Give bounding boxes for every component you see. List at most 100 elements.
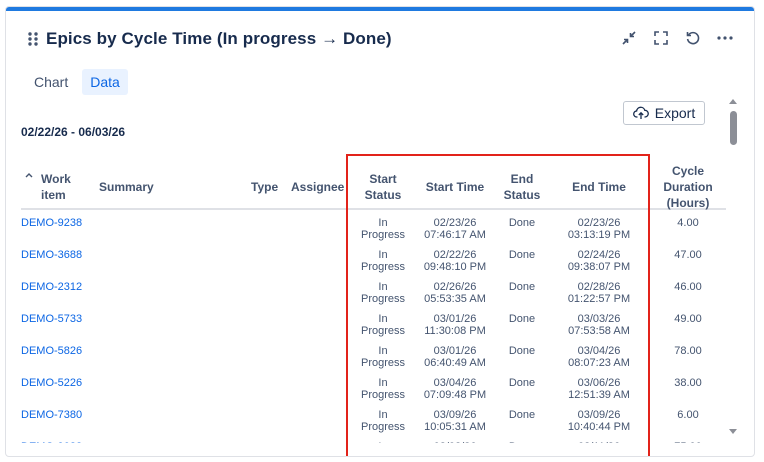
start-time-cell-line: 06:40:49 AM	[424, 357, 486, 369]
start-status-cell-line: In	[378, 377, 388, 389]
column-cycle-duration[interactable]: Cycle Duration (Hours)	[653, 163, 723, 211]
table-row[interactable]: DEMO-9238 In Progress 02/23/26 07:46:17 AM Do…	[21, 212, 726, 244]
table-row[interactable]: DEMO-9033 InProgress03/08/26Done 03/11/26 7…	[21, 436, 726, 443]
start-time-cell-line: 09:48:10 PM	[423, 261, 487, 273]
end-time-cell: 02/23/26 03:13:19 PM	[559, 217, 639, 241]
start-time-cell-line: 07:09:48 PM	[423, 389, 487, 401]
start-time-cell: 03/01/26 11:30:08 PM	[415, 313, 495, 337]
work-item-link[interactable]: DEMO-5733	[21, 313, 101, 325]
end-time-cell: 03/09/26 10:40:44 PM	[559, 409, 639, 433]
start-time-cell-line: 07:46:17 AM	[424, 229, 486, 241]
end-time-cell: 03/11/26	[559, 441, 639, 443]
cycle-duration-cell-line: 4.00	[677, 217, 699, 229]
start-status-cell-line: In	[378, 249, 388, 261]
start-status-cell: InProgress	[353, 409, 413, 433]
refresh-icon[interactable]	[684, 29, 702, 47]
table-row[interactable]: DEMO-5826 In Progress 03/01/26 06:40:49 AM Do…	[21, 340, 726, 372]
export-button[interactable]: Export	[623, 101, 705, 125]
start-time-cell-line: 02/23/26	[433, 217, 477, 229]
work-item-link[interactable]: DEMO-3688	[21, 249, 101, 261]
tab-data[interactable]: Data	[82, 69, 128, 95]
end-time-cell: 03/04/26 08:07:23 AM	[559, 345, 639, 369]
sort-up-icon[interactable]	[25, 172, 33, 178]
start-status-cell: InProgress	[353, 345, 413, 369]
export-label: Export	[654, 105, 696, 121]
cycle-duration-cell-line: 75.00	[653, 441, 723, 443]
scroll-up-arrow-icon[interactable]	[729, 99, 737, 104]
end-time-cell-line: 03/03/26	[577, 313, 621, 325]
tab-chart[interactable]: Chart	[26, 69, 76, 95]
column-assignee[interactable]: Assignee	[291, 179, 344, 195]
cycle-duration-cell: 38.00	[653, 377, 723, 389]
scroll-thumb[interactable]	[730, 111, 737, 145]
column-type[interactable]: Type	[251, 179, 278, 195]
work-item-link-line: DEMO-5826	[21, 345, 83, 357]
cycle-duration-cell: 6.00	[653, 409, 723, 421]
end-status-cell-line: Done	[508, 281, 536, 293]
end-time-cell-line: 12:51:39 AM	[568, 389, 630, 401]
column-end-status[interactable]: End Status	[493, 171, 551, 203]
table-row[interactable]: DEMO-2312 In Progress 02/26/26 05:53:35 AM Do…	[21, 276, 726, 308]
cycle-duration-cell: 78.00	[653, 345, 723, 357]
widget-title: Epics by Cycle Time (In progress → Done)	[46, 29, 392, 48]
end-status-cell-line: Done	[508, 409, 536, 421]
end-status-cell: Done	[493, 249, 551, 261]
start-status-cell-line: In	[378, 313, 388, 325]
work-item-link[interactable]: DEMO-2312	[21, 281, 101, 293]
start-time-cell-line: 03/04/26	[433, 377, 477, 389]
start-status-cell-line: Progress	[360, 229, 406, 241]
start-time-cell-line: 03/09/26	[433, 409, 477, 421]
column-work-item-line2: item	[41, 188, 66, 202]
column-summary[interactable]: Summary	[99, 179, 154, 195]
start-status-cell-line: In	[353, 441, 413, 443]
start-time-cell: 03/04/26 07:09:48 PM	[415, 377, 495, 401]
work-item-link-line: DEMO-5226	[21, 377, 83, 389]
start-status-cell: InProgress	[353, 377, 413, 401]
table-row[interactable]: DEMO-3688 In Progress 02/22/26 09:48:10 PM Do…	[21, 244, 726, 276]
end-status-cell-line: Done	[508, 313, 536, 325]
cycle-duration-cell: 75.00	[653, 441, 723, 443]
end-status-cell-line: Done	[508, 377, 536, 389]
widget-header: Epics by Cycle Time (In progress → Done)	[26, 29, 392, 49]
cycle-duration-cell: 4.00	[653, 217, 723, 229]
column-end-time[interactable]: End Time	[559, 179, 639, 195]
start-status-cell-line: In	[378, 345, 388, 357]
cycle-duration-cell: 49.00	[653, 313, 723, 325]
scrollbar[interactable]	[728, 97, 738, 442]
scroll-down-arrow-icon[interactable]	[729, 429, 737, 434]
column-cycle-duration-line3: (Hours)	[666, 196, 710, 210]
table-row[interactable]: DEMO-5733 In Progress 03/01/26 11:30:08 PM Do…	[21, 308, 726, 340]
drag-handle-icon[interactable]	[26, 30, 40, 48]
cycle-duration-cell-line: 49.00	[674, 313, 702, 325]
more-icon[interactable]	[716, 29, 734, 47]
end-status-cell: Done	[493, 377, 551, 389]
work-item-link[interactable]: DEMO-7380	[21, 409, 101, 421]
table-row[interactable]: DEMO-5226 In Progress 03/04/26 07:09:48 PM Do…	[21, 372, 726, 404]
column-work-item[interactable]: Work item	[41, 171, 71, 203]
fullscreen-icon[interactable]	[652, 29, 670, 47]
start-time-cell-line: 10:05:31 AM	[424, 421, 486, 433]
start-status-cell: InProgress	[353, 249, 413, 273]
table-row[interactable]: DEMO-7380 In Progress 03/09/26 10:05:31 AM Do…	[21, 404, 726, 436]
column-work-item-line1: Work	[41, 172, 71, 186]
date-range: 02/22/26 - 06/03/26	[21, 125, 126, 139]
end-time-cell: 03/06/26 12:51:39 AM	[559, 377, 639, 401]
end-time-cell-line: 01:22:57 PM	[567, 293, 631, 305]
start-time-cell-line: 11:30:08 PM	[424, 325, 486, 337]
work-item-link[interactable]: DEMO-9033	[21, 441, 101, 443]
end-status-cell-line: Done	[493, 441, 551, 443]
work-item-link[interactable]: DEMO-5226	[21, 377, 101, 389]
work-item-link[interactable]: DEMO-5826	[21, 345, 101, 357]
start-time-cell: 02/22/26 09:48:10 PM	[415, 249, 495, 273]
header-actions	[620, 29, 734, 47]
end-time-cell-line: 02/28/26	[577, 281, 621, 293]
cycle-duration-cell: 47.00	[653, 249, 723, 261]
work-item-link[interactable]: DEMO-9238	[21, 217, 101, 229]
column-start-status[interactable]: Start Status	[353, 171, 413, 203]
start-status-cell: InProgress	[353, 441, 413, 443]
column-end-status-line2: Status	[503, 188, 541, 202]
minimize-icon[interactable]	[620, 29, 638, 47]
column-start-time[interactable]: Start Time	[415, 179, 495, 195]
end-time-cell-line: 03:13:19 PM	[567, 229, 631, 241]
start-status-cell-line: In	[378, 281, 388, 293]
